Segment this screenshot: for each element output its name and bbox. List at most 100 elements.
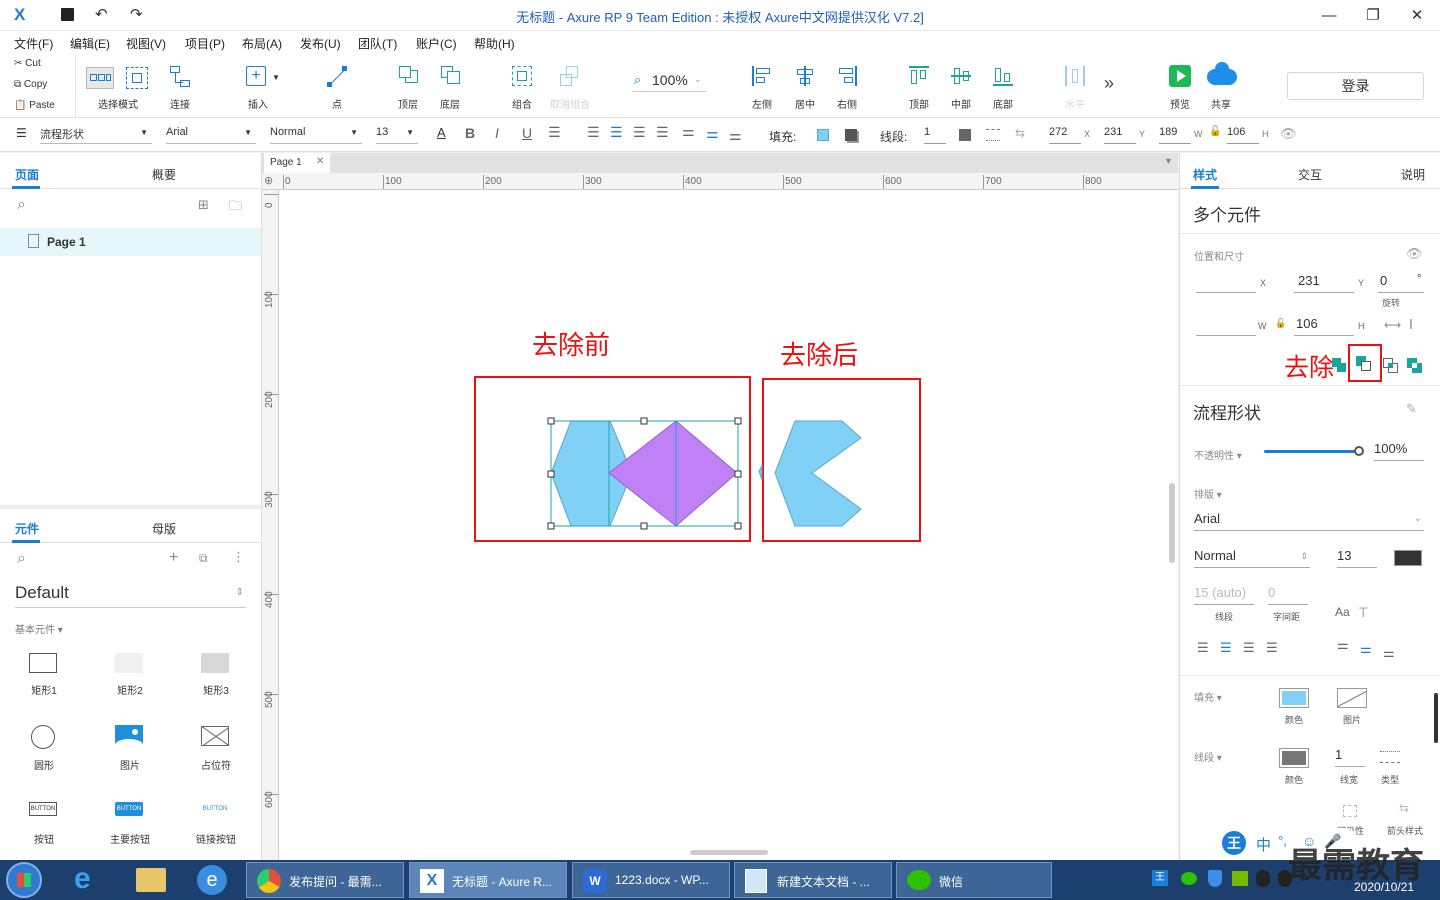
add-page-icon[interactable]: ⊞: [198, 197, 209, 213]
bullet-list-icon[interactable]: ☰: [548, 124, 561, 141]
menu-account[interactable]: 账户(C): [416, 35, 457, 52]
taskbar-item-axure[interactable]: X 无标题 - Axure R...: [409, 862, 567, 898]
italic-icon[interactable]: I: [495, 125, 499, 141]
valign-bottom-text-icon[interactable]: ⚌: [1383, 645, 1395, 661]
more-tools-icon[interactable]: »: [1104, 73, 1114, 94]
x-input[interactable]: 272: [1049, 126, 1081, 144]
y-input[interactable]: 231: [1104, 126, 1136, 144]
tray-wechat-icon[interactable]: [1181, 872, 1197, 885]
widget-placeholder[interactable]: 占位符: [186, 723, 246, 773]
widget-button[interactable]: BUTTON 按钮: [14, 797, 74, 847]
lock-icon[interactable]: 🔓: [1209, 126, 1221, 137]
intersect-icon[interactable]: [1383, 358, 1399, 374]
arrow-style-icon[interactable]: ⇆: [1015, 126, 1025, 140]
fill-color-swatch[interactable]: [817, 129, 829, 141]
tab-masters[interactable]: 母版: [152, 520, 176, 537]
fill-section-label[interactable]: 填充 ▾: [1194, 689, 1222, 704]
stroke-width-field[interactable]: 1: [1335, 747, 1365, 767]
y-field[interactable]: 231: [1294, 273, 1354, 293]
x-field[interactable]: [1196, 273, 1256, 293]
font-select[interactable]: Arial ▼: [166, 126, 256, 144]
add-library-icon[interactable]: +: [169, 549, 178, 567]
font-weight-select[interactable]: Normal ⇕: [1194, 548, 1310, 568]
text-shadow-icon[interactable]: T: [1359, 604, 1368, 620]
insert-button[interactable]: + ▼ 插入: [228, 63, 288, 113]
h-field[interactable]: 106: [1294, 316, 1354, 336]
distribute-horizontal-button[interactable]: 水平: [1045, 63, 1105, 113]
opacity-field[interactable]: 100%: [1374, 441, 1424, 461]
align-center-text-icon[interactable]: ☰: [1220, 640, 1232, 656]
tab-notes[interactable]: 说明: [1401, 166, 1425, 183]
letter-spacing-field[interactable]: 0: [1268, 585, 1308, 605]
text-color-icon[interactable]: A: [437, 125, 446, 140]
font-size-field[interactable]: 13: [1337, 548, 1377, 568]
fill-color-button[interactable]: [1279, 688, 1309, 708]
widget-link-button[interactable]: BUTTON 链接按钮: [186, 797, 246, 847]
send-to-back-button[interactable]: 底层: [420, 63, 480, 113]
category-label[interactable]: 基本元件 ▾: [15, 621, 63, 636]
paste-button[interactable]: 📋 Paste: [14, 100, 55, 111]
menu-file[interactable]: 文件(F): [14, 35, 53, 52]
page-item-page1[interactable]: Page 1: [0, 228, 261, 256]
taskbar-item-chrome[interactable]: 发布提问 - 最需...: [246, 862, 404, 898]
size-select[interactable]: 13 ▼: [376, 126, 418, 144]
minimize-button[interactable]: —: [1306, 0, 1352, 31]
stroke-pattern-icon[interactable]: [986, 129, 1000, 141]
tab-pages[interactable]: 页面: [15, 166, 39, 183]
vertical-scrollbar[interactable]: [1169, 483, 1175, 563]
font-color-swatch[interactable]: [1394, 550, 1422, 566]
tray-shield-icon[interactable]: [1208, 870, 1222, 887]
align-text-right-icon[interactable]: ☰: [633, 124, 646, 141]
align-left-text-icon[interactable]: ☰: [1197, 640, 1209, 656]
aspect-lock-icon[interactable]: 🔓: [1275, 318, 1286, 329]
align-right-text-icon[interactable]: ☰: [1243, 640, 1255, 656]
valign-bottom-icon[interactable]: ⚌: [729, 127, 742, 144]
widget-primary-button[interactable]: BUTTON 主要按钮: [100, 797, 160, 847]
valign-middle-text-icon[interactable]: ⚌: [1360, 641, 1372, 657]
tray-qq-icon[interactable]: [1256, 870, 1270, 887]
eye-icon[interactable]: 👁: [1280, 126, 1297, 142]
taskbar-item-notepad[interactable]: 新建文本文档 - ...: [734, 862, 892, 898]
typography-label[interactable]: 排版 ▾: [1194, 486, 1222, 501]
ie-pinned-icon[interactable]: e: [197, 865, 227, 895]
zoom-control[interactable]: ⌕ 100% ⌄: [632, 70, 706, 92]
menu-publish[interactable]: 发布(U): [300, 35, 341, 52]
weight-select[interactable]: Normal ▼: [270, 126, 362, 144]
menu-help[interactable]: 帮助(H): [474, 35, 515, 52]
widget-rect1[interactable]: 矩形1: [14, 648, 74, 698]
align-right-button[interactable]: 右侧: [817, 63, 877, 113]
tray-nvidia-icon[interactable]: [1232, 871, 1248, 886]
fill-image-button[interactable]: [1337, 688, 1367, 708]
exclude-icon[interactable]: [1407, 358, 1423, 374]
search-icon[interactable]: ⌕: [17, 196, 26, 214]
opacity-slider-handle[interactable]: [1354, 446, 1364, 456]
align-bottom-button[interactable]: 底部: [973, 63, 1033, 113]
tray-ime-icon[interactable]: 王: [1152, 870, 1168, 886]
widget-rect2[interactable]: 矩形2: [100, 648, 160, 698]
tab-style[interactable]: 样式: [1193, 166, 1217, 183]
maximize-button[interactable]: ❐: [1350, 0, 1396, 31]
w-field[interactable]: [1196, 316, 1256, 336]
arrow-style-icon[interactable]: ⇆: [1399, 801, 1409, 815]
visibility-eye-icon[interactable]: 👁: [1406, 246, 1423, 262]
stroke-type-icon[interactable]: [1380, 751, 1400, 763]
file-explorer-icon[interactable]: [136, 868, 166, 892]
taskbar-item-wechat[interactable]: 微信: [896, 862, 1052, 898]
fit-height-icon[interactable]: Ⅰ: [1409, 317, 1413, 333]
connect-button[interactable]: 连接: [150, 63, 210, 113]
w-input[interactable]: 189: [1159, 126, 1191, 144]
widget-image[interactable]: 图片: [100, 723, 160, 773]
font-family-select[interactable]: Arial ⌄: [1194, 511, 1424, 531]
login-button[interactable]: 登录: [1287, 72, 1424, 100]
ungroup-button[interactable]: 取消组合: [540, 63, 600, 113]
fit-width-icon[interactable]: ⟷: [1384, 318, 1401, 332]
menu-project[interactable]: 项目(P): [185, 35, 225, 52]
panel-scrollbar[interactable]: [1434, 693, 1438, 743]
stroke-color-swatch[interactable]: [959, 129, 971, 141]
stroke-color-button[interactable]: [1279, 748, 1309, 768]
cut-button[interactable]: ✂ Cut: [14, 58, 41, 69]
horizontal-scrollbar[interactable]: [690, 850, 768, 855]
opacity-slider[interactable]: [1264, 450, 1358, 453]
taskbar-item-wps[interactable]: W 1223.docx - WP...: [572, 862, 730, 898]
more-vertical-icon[interactable]: ⋮: [232, 549, 245, 565]
